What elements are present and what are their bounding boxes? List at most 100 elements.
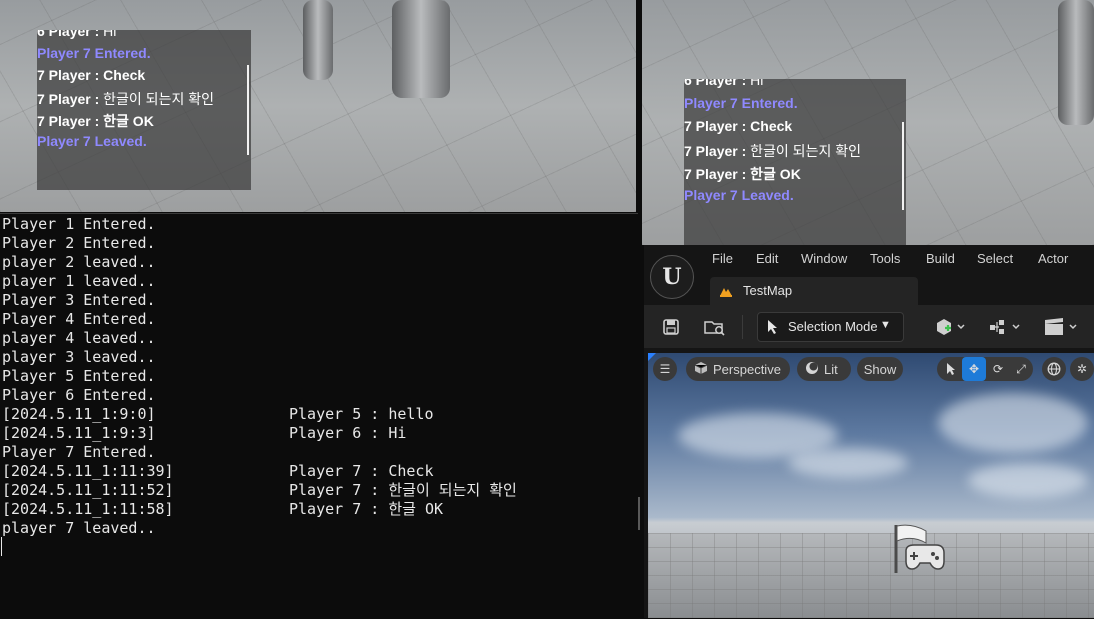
menu-edit[interactable]: Edit (756, 251, 778, 266)
menu-tools[interactable]: Tools (870, 251, 900, 266)
tab-label: TestMap (743, 283, 793, 298)
tab-testmap[interactable]: TestMap (710, 277, 918, 305)
chat-sender: 7 Player : (684, 166, 747, 182)
chat-message: 6 Player : Hi (684, 79, 763, 88)
chat-message: Player 7 Entered. (684, 95, 798, 111)
console-line: Player 6 Entered. (2, 386, 156, 404)
viewport-floor (648, 533, 1094, 618)
chevron-down-icon: ▼ (880, 319, 891, 331)
lit-icon (805, 361, 819, 378)
character-model (392, 0, 450, 98)
chat-sender: 7 Player : (37, 67, 100, 83)
cinematics-icon[interactable] (1043, 313, 1081, 341)
sky-cloud (938, 393, 1088, 453)
game-window-right: 6 Player : Hi Player 7 Entered. 7 Player :… (642, 0, 1094, 245)
console-line: player 3 leaved.. (2, 348, 156, 366)
menu-window[interactable]: Window (801, 251, 847, 266)
console-line: Player 2 Entered. (2, 234, 156, 252)
scale-tool-icon[interactable]: ⤢ (1009, 357, 1033, 381)
character-model (1058, 0, 1094, 125)
console-line: player 1 leaved.. (2, 272, 156, 290)
chat-box-left: 6 Player : Hi Player 7 Entered. 7 Player :… (37, 30, 251, 190)
chat-message: 7 Player : 한글이 되는지 확인 (684, 141, 861, 161)
menu-select[interactable]: Select (977, 251, 1013, 266)
surface-snap-icon[interactable]: ✲ (1070, 357, 1094, 381)
toolbar-divider (742, 315, 743, 339)
chat-text: Hi (103, 30, 117, 39)
menu-actor[interactable]: Actor (1038, 251, 1068, 266)
sky-cloud (968, 463, 1088, 498)
console-chat-message: Player 7 : Check (289, 462, 434, 480)
add-actor-icon[interactable] (933, 313, 969, 341)
browse-icon[interactable] (702, 313, 728, 341)
player-start-icon[interactable] (892, 523, 948, 575)
console-line: Player 3 Entered. (2, 291, 156, 309)
chat-message: Player 7 Entered. (37, 45, 151, 61)
cursor-icon (766, 319, 780, 338)
chat-message: 7 Player : 한글 OK (37, 111, 154, 131)
chat-box-right: 6 Player : Hi Player 7 Entered. 7 Player :… (684, 79, 906, 245)
console-line: Player 7 Entered. (2, 443, 156, 461)
chat-sender: 6 Player : (684, 79, 747, 88)
console-line: [2024.5.11_1:9:3] (2, 424, 156, 442)
console-line: [2024.5.11_1:9:0] (2, 405, 156, 423)
console-line: Player 5 Entered. (2, 367, 156, 385)
main-toolbar: Selection Mode ▼ (644, 305, 1094, 348)
perspective-label: Perspective (713, 361, 781, 377)
chat-text: 한글 OK (750, 166, 801, 182)
chat-sender: 6 Player : (37, 30, 100, 39)
lit-button[interactable]: Lit (797, 357, 851, 381)
transform-tools: ✥ ⟳ ⤢ (937, 357, 1033, 381)
console-scrollbar[interactable] (638, 497, 640, 530)
chat-text: Hi (750, 79, 764, 88)
lit-label: Lit (824, 361, 838, 377)
text-caret (1, 537, 2, 556)
menu-build[interactable]: Build (926, 251, 955, 266)
chat-text: 한글이 되는지 확인 (103, 91, 214, 107)
chat-text: Check (103, 67, 146, 83)
chat-scrollbar[interactable] (247, 65, 249, 155)
rotate-tool-icon[interactable]: ⟳ (986, 357, 1010, 381)
chat-text: 한글이 되는지 확인 (750, 143, 861, 159)
console-chat-message: Player 7 : 한글 OK (289, 500, 444, 518)
sky-cloud (788, 448, 908, 478)
selection-mode-dropdown[interactable]: Selection Mode ▼ (757, 312, 904, 342)
level-viewport[interactable]: ☰ Perspective Lit Show ✥ ⟳ ⤢ ✲ (648, 353, 1094, 618)
show-button[interactable]: Show (857, 357, 903, 381)
chat-sender: 7 Player : (37, 91, 100, 107)
blueprint-icon[interactable] (988, 313, 1024, 341)
menu-bar: U File Edit Window Tools Build Select Ac… (644, 245, 1094, 305)
chat-sender: 7 Player : (37, 113, 100, 129)
unreal-editor: U File Edit Window Tools Build Select Ac… (644, 245, 1094, 618)
chat-scrollbar[interactable] (902, 122, 904, 210)
select-tool-icon[interactable] (939, 357, 963, 381)
chat-sender: 7 Player : (684, 118, 747, 134)
chat-message: 7 Player : Check (684, 118, 792, 134)
console-line: Player 4 Entered. (2, 310, 156, 328)
world-local-icon[interactable] (1042, 357, 1066, 381)
console-chat-message: Player 7 : 한글이 되는지 확인 (289, 481, 517, 499)
console-line: [2024.5.11_1:11:39] (2, 462, 174, 480)
chat-message: 7 Player : Check (37, 67, 145, 83)
console-chat-message: Player 5 : hello (289, 405, 434, 423)
level-icon (720, 288, 732, 297)
console-line: player 4 leaved.. (2, 329, 156, 347)
perspective-button[interactable]: Perspective (686, 357, 790, 381)
chat-text: Check (750, 118, 793, 134)
menu-file[interactable]: File (712, 251, 733, 266)
unreal-logo-icon[interactable]: U (650, 255, 694, 299)
move-tool-icon[interactable]: ✥ (962, 357, 986, 381)
save-icon[interactable] (658, 313, 684, 341)
viewport-options-icon[interactable]: ☰ (653, 357, 677, 381)
console-line: player 7 leaved.. (2, 519, 156, 537)
server-console: Player 1 Entered. Player 2 Entered. player… (0, 213, 638, 619)
chat-text: 한글 OK (103, 113, 154, 129)
chat-message: 6 Player : Hi (37, 30, 116, 39)
console-line: player 2 leaved.. (2, 253, 156, 271)
chat-message: Player 7 Leaved. (37, 133, 147, 149)
console-line: Player 1 Entered. (2, 215, 156, 233)
viewport-focus-indicator (648, 353, 656, 361)
chat-message: 7 Player : 한글 OK (684, 164, 801, 184)
game-window-left: 6 Player : Hi Player 7 Entered. 7 Player :… (0, 0, 636, 212)
character-model (303, 0, 333, 80)
